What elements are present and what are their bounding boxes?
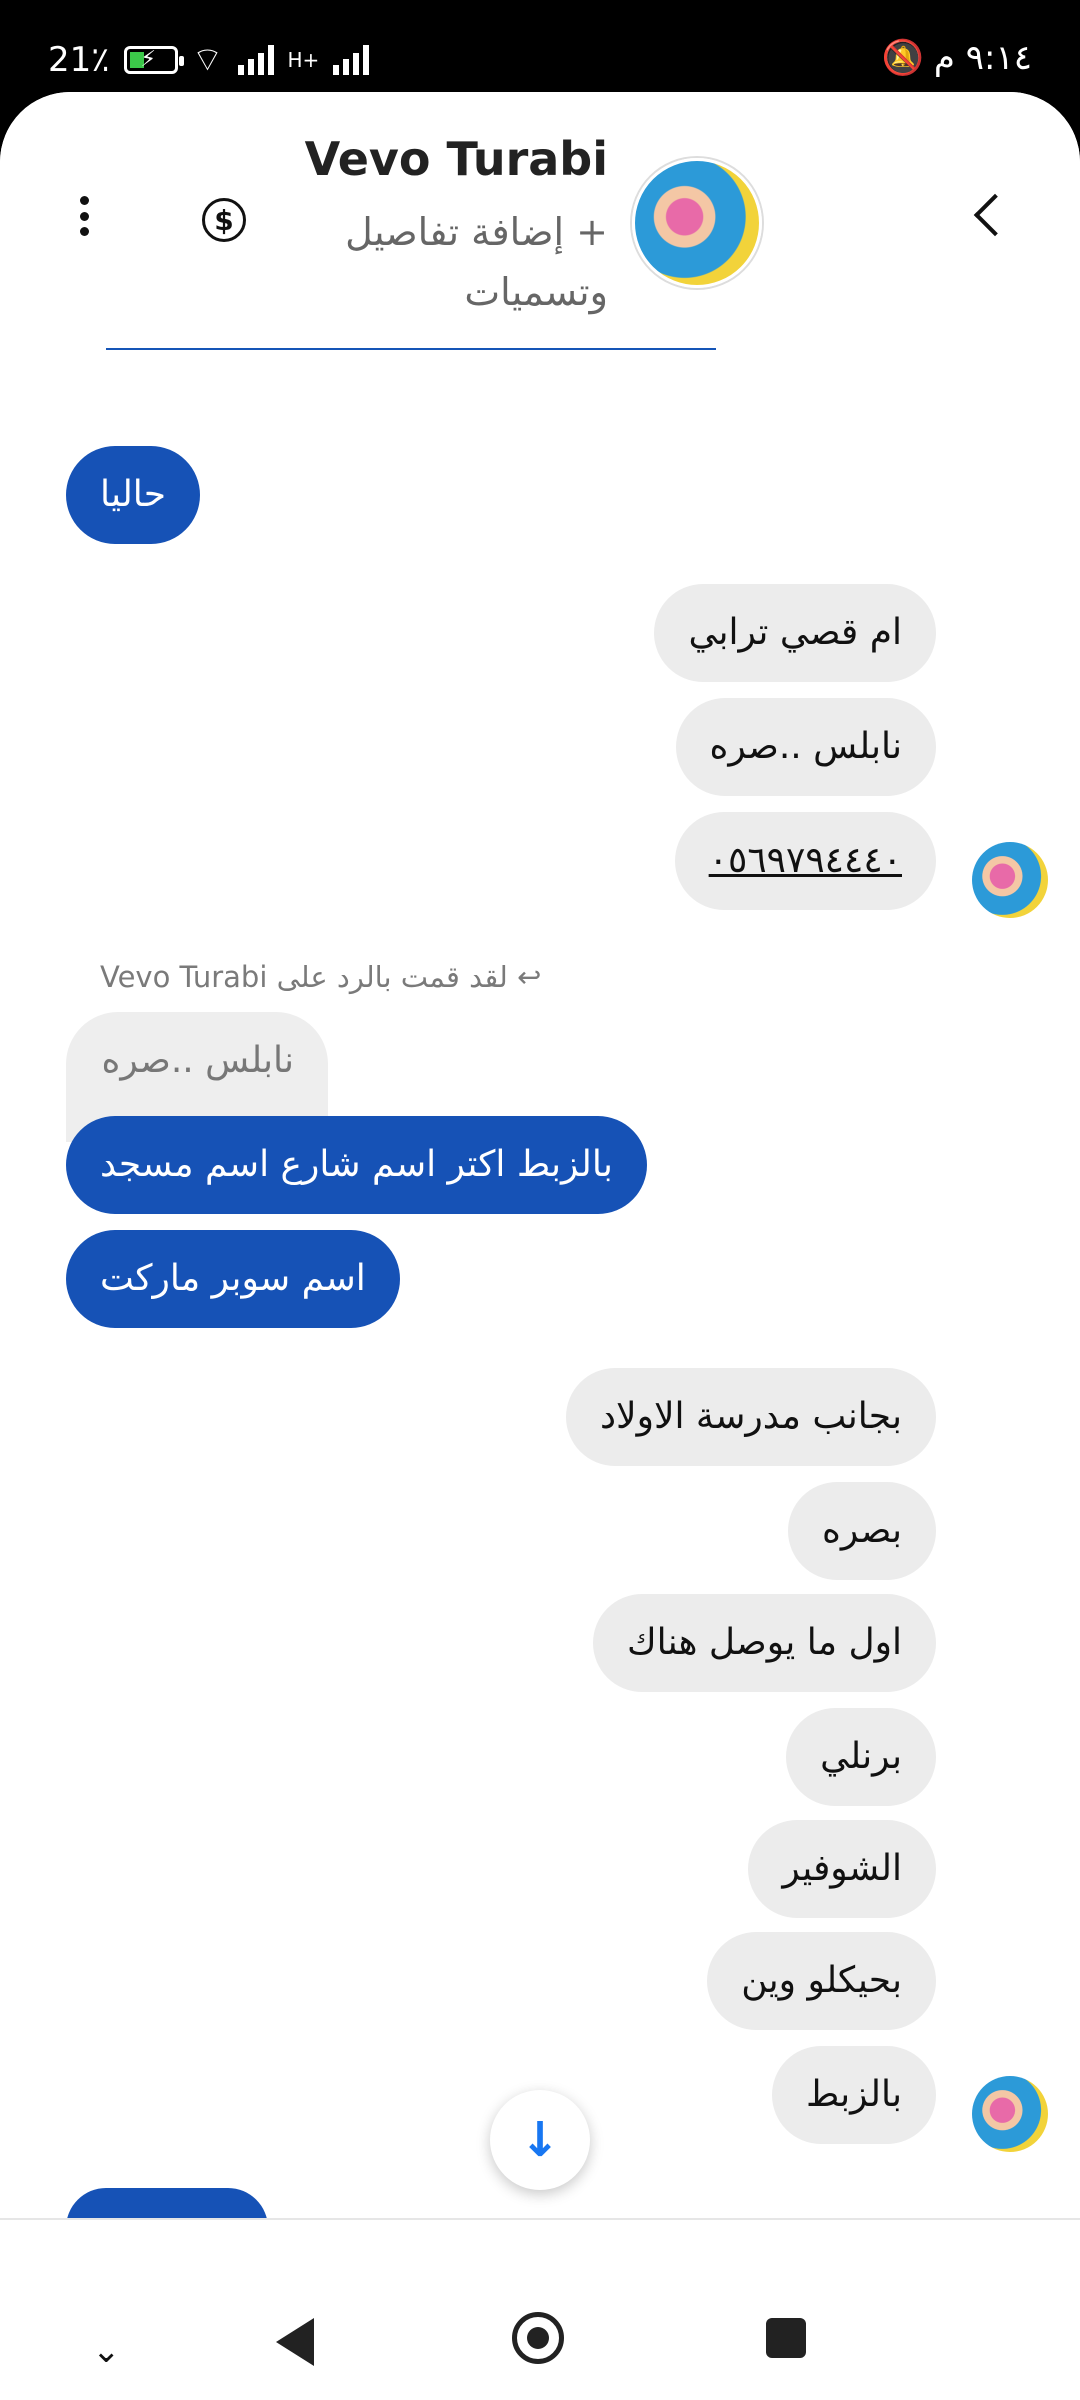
- status-right: 🔕 ٩:١٤ م: [882, 38, 1032, 78]
- divider: [106, 348, 716, 350]
- nav-back-button[interactable]: [276, 2318, 314, 2366]
- message-bubble-in[interactable]: بحيكلو وين: [707, 1932, 936, 2030]
- status-bar: 21٪ ⚡ ⌔ H+ 🔕 ٩:١٤ م: [0, 0, 1080, 92]
- clock: ٩:١٤ م: [933, 38, 1032, 78]
- payment-icon[interactable]: $: [202, 198, 246, 242]
- contact-avatar-small[interactable]: [972, 842, 1048, 918]
- arrow-down-icon: ↓: [519, 2112, 561, 2168]
- message-bubble-in[interactable]: اول ما يوصل هناك: [592, 1594, 936, 1692]
- phone-number-link[interactable]: ٠٥٦٩٧٩٤٤٤٠: [674, 812, 936, 910]
- contact-name[interactable]: Vevo Turabi: [305, 132, 608, 186]
- system-nav-bar: ⌄: [0, 2226, 1080, 2400]
- add-details-link[interactable]: + إضافة تفاصيل وتسميات: [308, 202, 608, 322]
- message-bubble-in[interactable]: برنلي: [786, 1708, 936, 1806]
- message-bubble-out[interactable]: بالزبط اكتر اسم شارع اسم مسجد: [66, 1116, 647, 1214]
- message-bubble-out-partial[interactable]: [66, 2188, 268, 2218]
- network-type: H+: [287, 47, 320, 72]
- signal-icon: [237, 44, 274, 75]
- message-list[interactable]: حاليا ام قصي ترابي نابلس ..صره ٠٥٦٩٧٩٤٤٤…: [0, 348, 1080, 2218]
- reply-note-text: لقد قمت بالرد على Vevo Turabi: [100, 960, 508, 994]
- scroll-to-bottom-button[interactable]: ↓: [490, 2090, 590, 2190]
- battery-icon: ⚡: [123, 45, 184, 74]
- signal-icon-2: [333, 44, 370, 75]
- nav-recents-button[interactable]: [766, 2318, 806, 2358]
- message-bubble-out[interactable]: اسم سوبر ماركت: [66, 1230, 400, 1328]
- reply-arrow-icon: ↩: [517, 960, 542, 994]
- reply-note: ↩ لقد قمت بالرد على Vevo Turabi: [100, 960, 541, 994]
- messenger-app: $ Vevo Turabi + إضافة تفاصيل وتسميات حال…: [0, 92, 1080, 2400]
- battery-percent: 21٪: [48, 39, 110, 80]
- contact-avatar[interactable]: [632, 158, 762, 288]
- message-bubble-in[interactable]: الشوفير: [748, 1820, 936, 1918]
- message-bubble-in[interactable]: ام قصي ترابي: [654, 584, 936, 682]
- wifi-icon: ⌔: [191, 40, 224, 80]
- hide-keyboard-icon[interactable]: ⌄: [92, 2331, 121, 2371]
- more-options-icon[interactable]: [76, 196, 92, 236]
- mute-icon: 🔕: [881, 38, 924, 78]
- back-arrow-icon[interactable]: [973, 193, 1017, 237]
- message-bubble-in[interactable]: بالزبط: [771, 2046, 936, 2144]
- nav-home-button[interactable]: [512, 2312, 564, 2364]
- message-bubble-in[interactable]: نابلس ..صره: [675, 698, 936, 796]
- message-bubble-in[interactable]: بجانب مدرسة الاولاد: [566, 1368, 936, 1466]
- message-bubble-in[interactable]: بصره: [788, 1482, 936, 1580]
- status-left: 21٪ ⚡ ⌔ H+: [48, 38, 370, 81]
- contact-avatar-small[interactable]: [972, 2076, 1048, 2152]
- chat-header: $ Vevo Turabi + إضافة تفاصيل وتسميات: [0, 92, 1080, 350]
- message-bubble-out[interactable]: حاليا: [66, 446, 201, 544]
